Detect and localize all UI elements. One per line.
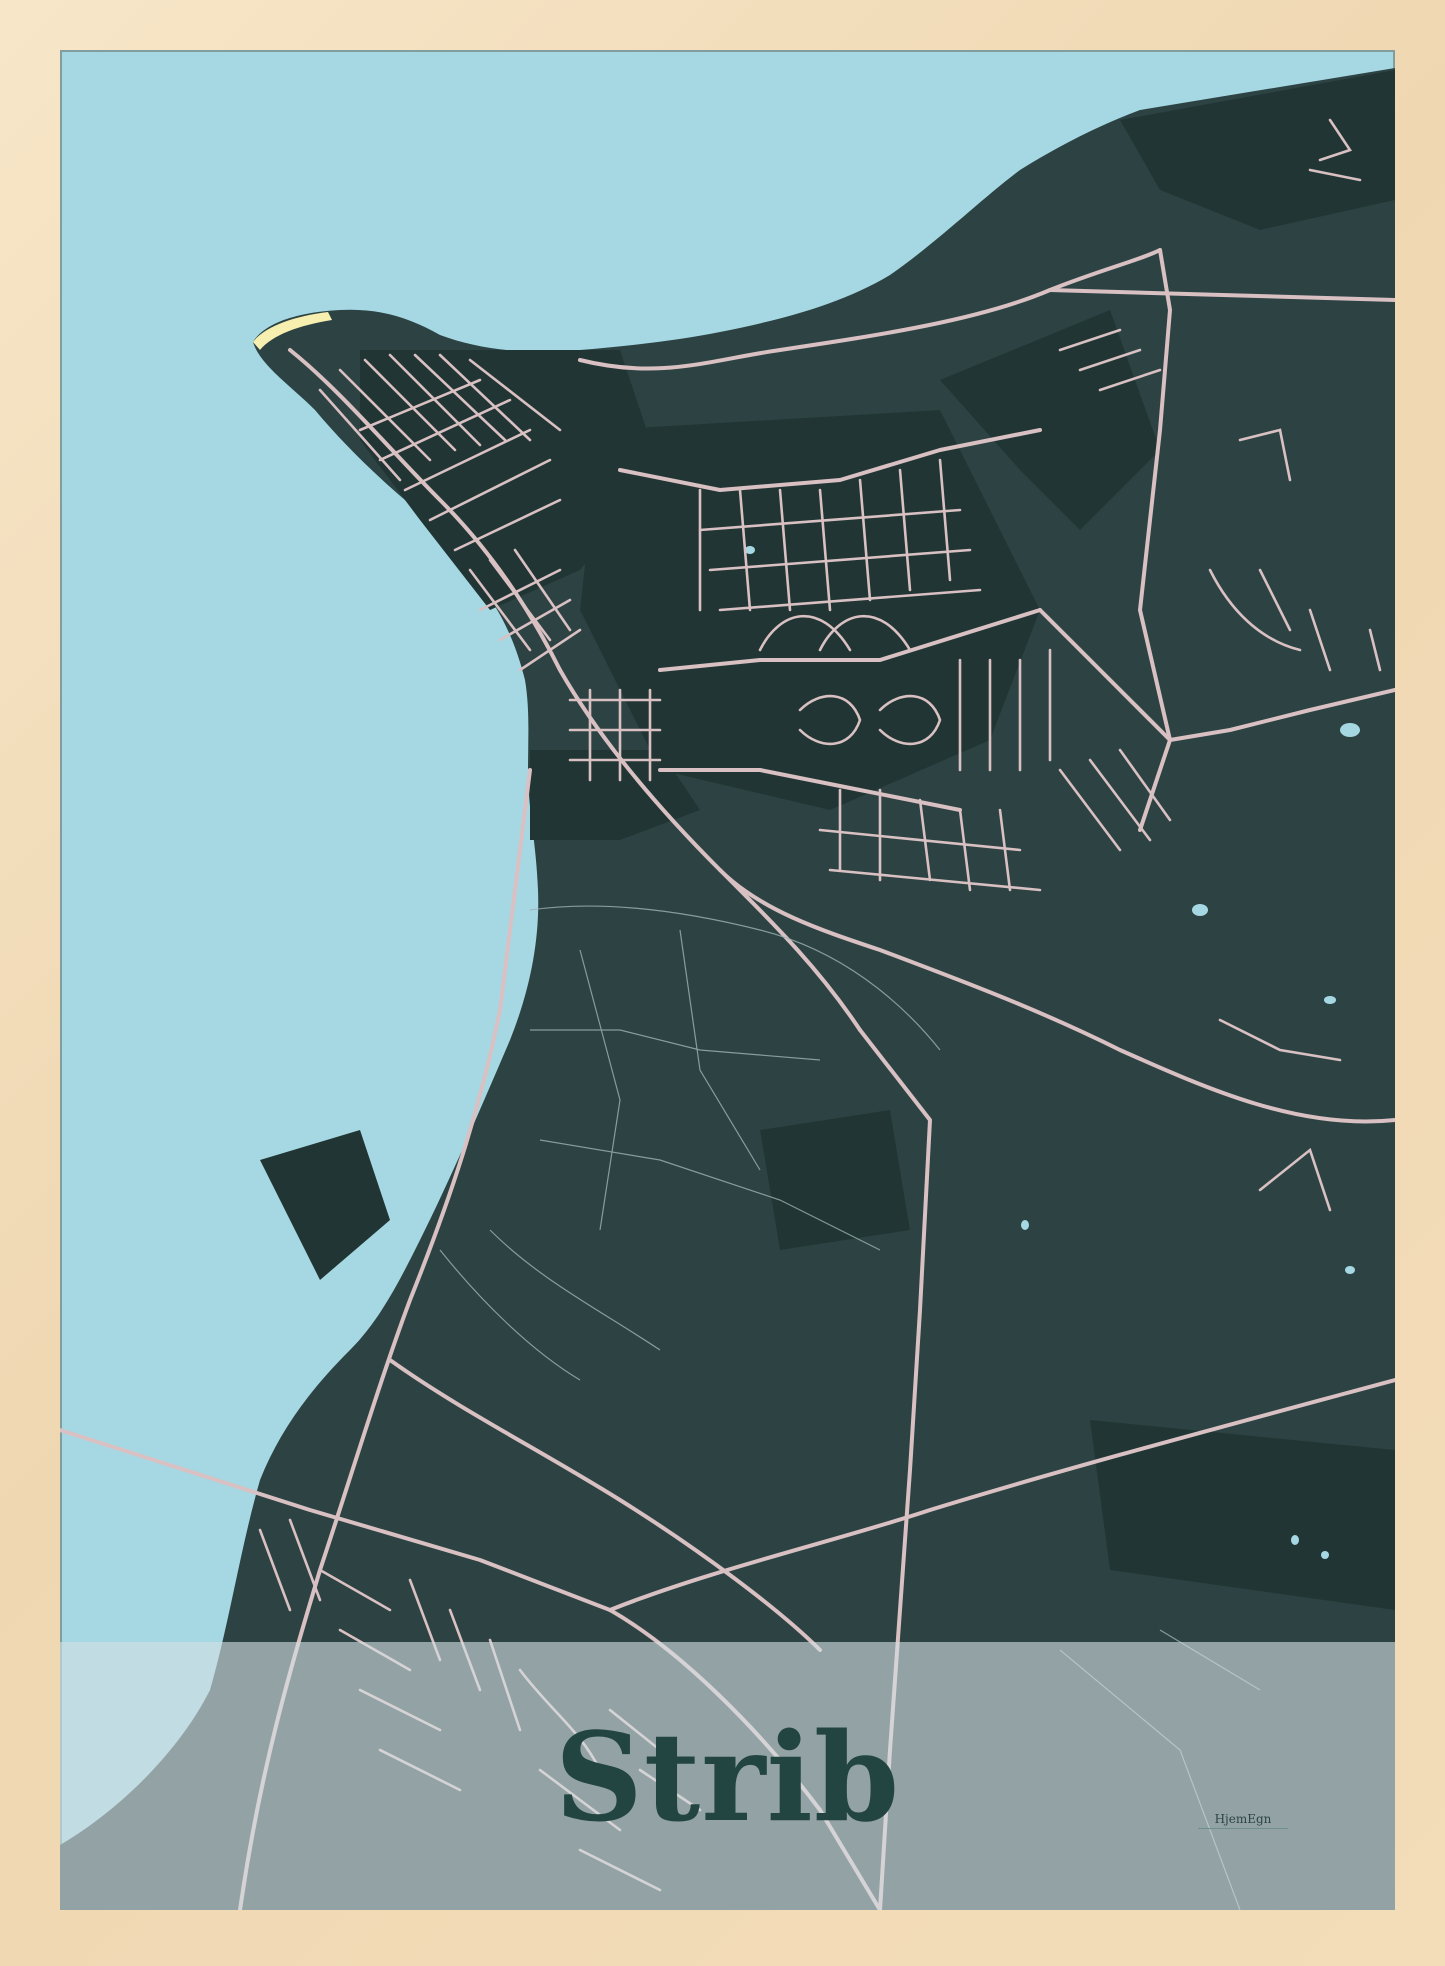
dark-patch bbox=[760, 1110, 910, 1250]
lake bbox=[1192, 904, 1208, 916]
lake bbox=[1324, 996, 1336, 1004]
brand-logo: HjemEgn bbox=[1198, 1812, 1288, 1829]
brand-underline bbox=[1198, 1828, 1288, 1829]
lake bbox=[1321, 1551, 1329, 1559]
lake bbox=[1340, 723, 1360, 737]
lake bbox=[1345, 1266, 1355, 1274]
lake bbox=[1021, 1220, 1029, 1230]
lake bbox=[1291, 1535, 1299, 1545]
dark-patch bbox=[260, 1130, 390, 1280]
map-canvas bbox=[60, 68, 1395, 1910]
map-poster: Strib HjemEgn bbox=[60, 50, 1395, 1910]
brand-name: HjemEgn bbox=[1214, 1812, 1272, 1826]
poster-title: Strib bbox=[554, 1705, 901, 1849]
